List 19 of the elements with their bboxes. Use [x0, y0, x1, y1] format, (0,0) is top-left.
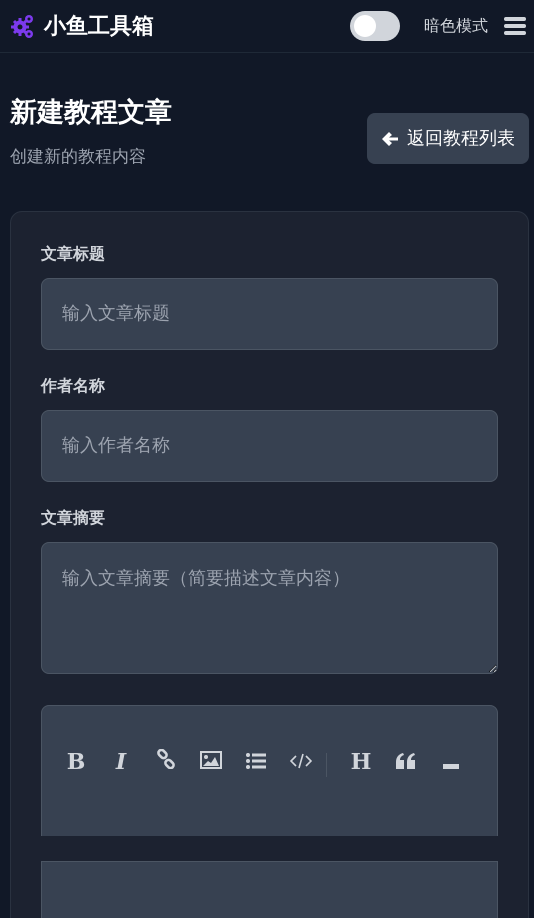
arrow-left-icon: [381, 130, 399, 148]
gears-icon: [10, 13, 36, 39]
text-field[interactable]: 输入文章标题: [41, 278, 498, 350]
summary-field[interactable]: 输入文章摘要（简要描述文章内容）: [41, 542, 498, 674]
menu-icon[interactable]: [504, 16, 526, 36]
page-subtitle: 创建新的教程内容: [10, 146, 147, 170]
theme-switch[interactable]: [350, 11, 400, 41]
content-field[interactable]: [41, 860, 498, 918]
text-field[interactable]: 输入作者名称: [41, 410, 498, 482]
page-title: 新建教程文章: [10, 97, 172, 130]
back-button[interactable]: 返回教程列表: [367, 113, 529, 164]
field-label: 作者名称: [41, 374, 106, 397]
app-title: 小鱼工具箱: [44, 12, 154, 40]
format-button[interactable]: H: [341, 746, 381, 780]
format-button[interactable]: B: [56, 746, 96, 780]
field-label: 文章摘要: [41, 506, 106, 529]
theme-label: 暗色模式: [424, 15, 488, 37]
field-label: 文章标题: [41, 242, 106, 265]
italic-button[interactable]: I: [101, 746, 141, 780]
